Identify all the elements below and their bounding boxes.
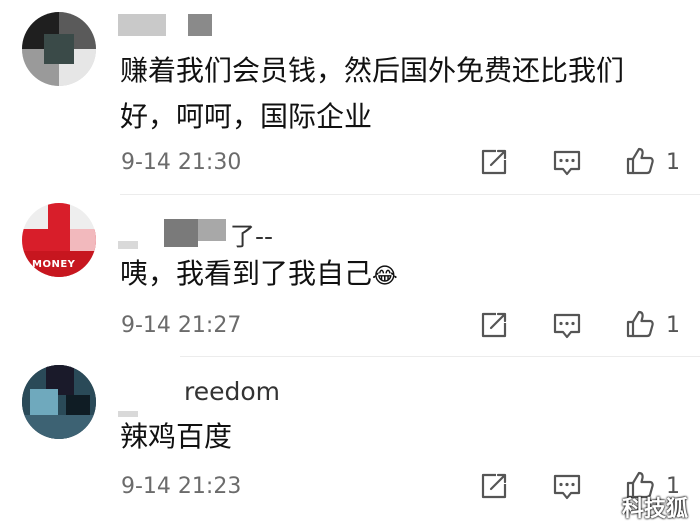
timestamp: 9-14 21:27 — [121, 313, 242, 338]
comment-item: reedom 辣鸡百度 9-14 21:23 1 — [0, 357, 700, 525]
comment-item: MONEY 了-- 咦，我看到了我自己😂 9-14 21:27 1 — [0, 195, 700, 357]
reply-button[interactable] — [551, 309, 583, 341]
thumbs-up-icon — [626, 310, 654, 338]
forward-button[interactable] — [478, 309, 510, 341]
laughing-emoji-icon: 😂 — [372, 264, 398, 289]
comment-text: 赚着我们会员钱，然后国外免费还比我们 好，呵呵，国际企业 — [120, 54, 625, 133]
username-mosaic — [164, 219, 198, 247]
watermark: 科技狐 — [621, 497, 688, 522]
comment-text: 辣鸡百度 — [120, 420, 233, 453]
avatar[interactable]: MONEY — [22, 203, 96, 277]
avatar[interactable] — [22, 365, 96, 439]
reply-button[interactable] — [551, 146, 583, 178]
comment-item: 赚着我们会员钱，然后国外免费还比我们 好，呵呵，国际企业 9-14 21:30 … — [0, 0, 700, 195]
share-square-icon — [481, 149, 507, 175]
reply-button[interactable] — [551, 470, 583, 502]
share-square-icon — [481, 473, 507, 499]
like-count: 1 — [666, 150, 680, 175]
like-button[interactable] — [624, 308, 656, 340]
forward-button[interactable] — [478, 470, 510, 502]
like-button[interactable] — [624, 145, 656, 177]
comment-bubble-icon — [553, 313, 581, 339]
comment-bubble-icon — [553, 474, 581, 500]
timestamp: 9-14 21:23 — [121, 474, 242, 499]
username-mosaic — [198, 219, 226, 241]
like-count: 1 — [666, 313, 680, 338]
forward-button[interactable] — [478, 146, 510, 178]
thumbs-up-icon — [626, 147, 654, 175]
username-mosaic — [118, 14, 166, 36]
share-square-icon — [481, 312, 507, 338]
avatar-label: MONEY — [32, 259, 76, 270]
comment-text: 咦，我看到了我自己😂 — [120, 257, 398, 290]
timestamp: 9-14 21:30 — [121, 150, 242, 175]
comment-bubble-icon — [553, 150, 581, 176]
avatar[interactable] — [22, 12, 96, 86]
username-mosaic — [188, 14, 212, 36]
username-mosaic — [118, 241, 138, 249]
